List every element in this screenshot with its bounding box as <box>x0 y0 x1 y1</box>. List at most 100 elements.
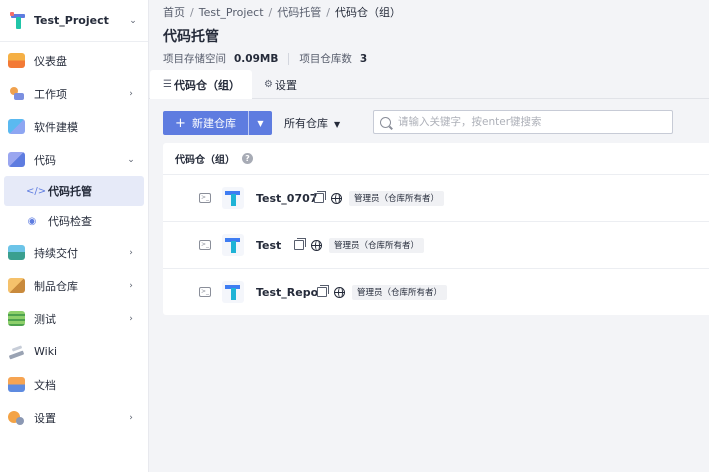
artifact-icon <box>8 278 25 293</box>
breadcrumb-current: 代码仓（组） <box>334 6 401 19</box>
sidebar-item-label: 代码托管 <box>48 185 92 198</box>
tab-bar: ☰ 代码仓（组） ⚙ 设置 <box>149 70 709 99</box>
sidebar-item-documents[interactable]: 文档 <box>0 368 148 401</box>
wiki-icon <box>8 344 25 359</box>
repo-logo-icon <box>222 187 244 209</box>
breadcrumb-home-link[interactable]: 首页 <box>163 6 185 19</box>
sidebar-item-modeling[interactable]: 软件建模 <box>0 110 148 143</box>
tab-label: 设置 <box>274 78 297 92</box>
stats-divider <box>288 52 290 65</box>
sidebar-item-test[interactable]: 测试 › <box>0 302 148 335</box>
list-icon: ☰ <box>163 79 172 90</box>
sidebar-item-work-items[interactable]: 工作项 › <box>0 77 148 110</box>
repo-name-link[interactable]: Test_0707 <box>256 192 317 205</box>
sidebar-subitem-code-hosting[interactable]: </> 代码托管 <box>4 176 144 206</box>
project-switcher[interactable]: Test_Project ⌄ <box>0 0 148 42</box>
terminal-icon: >_ <box>199 240 211 250</box>
storage-label: 项目存储空间 <box>163 53 226 65</box>
sidebar-item-label: 持续交付 <box>34 246 78 260</box>
search-icon <box>380 116 391 128</box>
repo-name-link[interactable]: Test <box>256 239 281 252</box>
repo-row[interactable]: >_ Test_Repo 管理员（仓库所有者） <box>163 268 709 315</box>
breadcrumb-project-link[interactable]: Test_Project <box>199 6 264 19</box>
project-logo-icon <box>10 11 26 30</box>
page-title: 代码托管 <box>163 29 219 45</box>
search-input[interactable] <box>398 116 658 128</box>
sidebar-item-delivery[interactable]: 持续交付 › <box>0 236 148 269</box>
sidebar-item-label: 工作项 <box>34 87 67 101</box>
plus-icon: + <box>175 115 186 131</box>
code-check-icon: ◉ <box>27 215 37 227</box>
chevron-right-icon: › <box>129 412 133 423</box>
copy-icon[interactable] <box>294 238 306 250</box>
caret-down-icon: ▼ <box>334 120 341 129</box>
repo-count-value: 3 <box>359 52 368 65</box>
repo-logo-icon <box>222 281 244 303</box>
sidebar-item-label: 代码检查 <box>48 215 92 228</box>
chevron-down-icon[interactable]: ⌄ <box>128 16 138 26</box>
panel-header-label: 代码仓（组） <box>175 155 235 166</box>
project-stats: 项目存储空间 0.09MB 项目仓库数 3 <box>163 51 367 66</box>
chevron-down-icon: ⌄ <box>127 154 135 165</box>
role-badge: 管理员（仓库所有者） <box>352 284 448 300</box>
sidebar-item-label: 文档 <box>34 378 56 392</box>
sidebar-item-dashboard[interactable]: 仪表盘 <box>0 44 148 77</box>
terminal-icon: >_ <box>199 287 211 297</box>
sidebar-item-code[interactable]: 代码 ⌄ <box>0 143 148 176</box>
sidebar-item-label: 代码 <box>34 153 56 167</box>
tab-settings[interactable]: ⚙ 设置 <box>264 70 297 99</box>
globe-icon <box>311 239 322 251</box>
sidebar-item-label: 软件建模 <box>34 120 78 134</box>
sidebar-item-label: 仪表盘 <box>34 54 67 68</box>
code-icon <box>8 152 25 167</box>
copy-icon[interactable] <box>314 191 326 203</box>
help-icon[interactable]: ? <box>242 153 253 164</box>
new-repo-dropdown-toggle[interactable]: ▼ <box>249 119 272 128</box>
repo-panel: 代码仓（组） ? >_ Test_0707 管理员（仓库所有者） >_ Test… <box>163 143 709 315</box>
terminal-icon: >_ <box>199 193 211 203</box>
chevron-right-icon: › <box>129 88 133 99</box>
repo-filter-dropdown[interactable]: 所有仓库 ▼ <box>284 115 340 131</box>
search-box <box>373 110 673 134</box>
work-item-icon <box>8 86 25 101</box>
test-icon <box>8 311 25 326</box>
role-badge: 管理员（仓库所有者） <box>349 190 445 206</box>
repo-row[interactable]: >_ Test_0707 管理员（仓库所有者） <box>163 174 709 221</box>
sidebar-subitem-code-check[interactable]: ◉ 代码检查 <box>4 206 144 236</box>
chevron-right-icon: › <box>129 280 133 291</box>
breadcrumb-code-hosting-link[interactable]: 代码托管 <box>277 6 321 19</box>
tab-repositories[interactable]: ☰ 代码仓（组） <box>150 70 252 99</box>
sidebar-item-settings[interactable]: 设置 › <box>0 401 148 434</box>
code-hosting-icon: </> <box>26 185 47 197</box>
modeling-icon <box>8 119 25 134</box>
globe-icon <box>334 286 345 298</box>
gear-icon: ⚙ <box>264 79 273 90</box>
new-repo-split-button: + 新建仓库 ▼ <box>163 111 272 135</box>
dashboard-icon <box>8 53 25 68</box>
sidebar-item-label: Wiki <box>34 345 58 358</box>
globe-icon <box>331 192 342 204</box>
document-icon <box>8 377 25 392</box>
settings-icon <box>8 410 25 425</box>
tab-label: 代码仓（组） <box>173 78 240 92</box>
delivery-icon <box>8 245 25 260</box>
storage-value: 0.09MB <box>234 52 279 65</box>
project-name: Test_Project <box>34 14 109 27</box>
sidebar-item-artifacts[interactable]: 制品仓库 › <box>0 269 148 302</box>
new-repo-button[interactable]: + 新建仓库 <box>163 111 249 135</box>
chevron-right-icon: › <box>129 313 133 324</box>
repo-row[interactable]: >_ Test 管理员（仓库所有者） <box>163 221 709 268</box>
sidebar: Test_Project ⌄ 仪表盘 工作项 › 软件建模 代码 ⌄ </> 代… <box>0 0 149 472</box>
sidebar-item-label: 测试 <box>34 312 56 326</box>
repo-name-link[interactable]: Test_Repo <box>256 286 318 299</box>
breadcrumb-separator: / <box>190 6 194 19</box>
sidebar-item-wiki[interactable]: Wiki <box>0 335 148 368</box>
repo-filter-label: 所有仓库 <box>284 117 328 130</box>
copy-icon[interactable] <box>317 285 329 297</box>
breadcrumb: 首页 / Test_Project / 代码托管 / 代码仓（组） <box>163 4 401 19</box>
role-badge: 管理员（仓库所有者） <box>329 237 425 253</box>
new-repo-label: 新建仓库 <box>191 117 236 130</box>
repo-count-label: 项目仓库数 <box>299 53 352 65</box>
chevron-right-icon: › <box>129 247 133 258</box>
sidebar-item-label: 制品仓库 <box>34 279 78 293</box>
